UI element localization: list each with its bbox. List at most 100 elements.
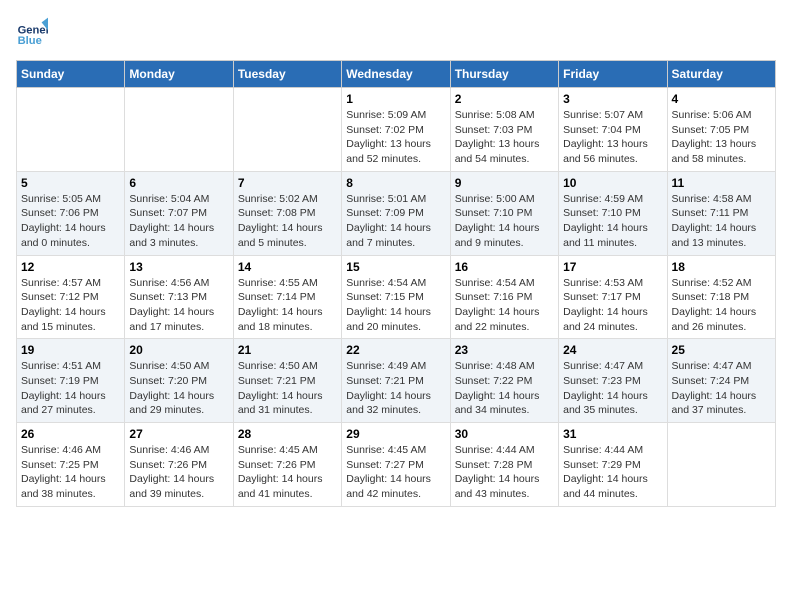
day-info: Sunrise: 4:56 AMSunset: 7:13 PMDaylight:…	[129, 276, 228, 335]
day-info: Sunrise: 5:08 AMSunset: 7:03 PMDaylight:…	[455, 108, 554, 167]
day-number: 14	[238, 260, 337, 274]
sunset-text: Sunset: 7:07 PM	[129, 207, 207, 219]
sunrise-text: Sunrise: 4:48 AM	[455, 360, 535, 372]
sunrise-text: Sunrise: 4:46 AM	[21, 444, 101, 456]
sunset-text: Sunset: 7:19 PM	[21, 375, 99, 387]
sunrise-text: Sunrise: 4:54 AM	[455, 277, 535, 289]
sunset-text: Sunset: 7:25 PM	[21, 459, 99, 471]
sunset-text: Sunset: 7:20 PM	[129, 375, 207, 387]
sunrise-text: Sunrise: 4:54 AM	[346, 277, 426, 289]
calendar-cell: 8Sunrise: 5:01 AMSunset: 7:09 PMDaylight…	[342, 171, 450, 255]
sunrise-text: Sunrise: 4:51 AM	[21, 360, 101, 372]
calendar-cell: 30Sunrise: 4:44 AMSunset: 7:28 PMDayligh…	[450, 423, 558, 507]
day-number: 16	[455, 260, 554, 274]
day-info: Sunrise: 5:00 AMSunset: 7:10 PMDaylight:…	[455, 192, 554, 251]
sunset-text: Sunset: 7:16 PM	[455, 291, 533, 303]
daylight-hours-label: Daylight:	[563, 138, 607, 150]
sunrise-text: Sunrise: 5:06 AM	[672, 109, 752, 121]
day-info: Sunrise: 5:07 AMSunset: 7:04 PMDaylight:…	[563, 108, 662, 167]
daylight-hours-label: Daylight:	[563, 222, 607, 234]
sunrise-text: Sunrise: 4:58 AM	[672, 193, 752, 205]
calendar-cell: 22Sunrise: 4:49 AMSunset: 7:21 PMDayligh…	[342, 339, 450, 423]
sunset-text: Sunset: 7:27 PM	[346, 459, 424, 471]
day-number: 5	[21, 176, 120, 190]
day-info: Sunrise: 4:52 AMSunset: 7:18 PMDaylight:…	[672, 276, 771, 335]
sunset-text: Sunset: 7:21 PM	[346, 375, 424, 387]
daylight-hours-label: Daylight:	[563, 306, 607, 318]
daylight-hours-label: Daylight:	[563, 390, 607, 402]
daylight-hours-label: Daylight:	[21, 390, 65, 402]
sunset-text: Sunset: 7:17 PM	[563, 291, 641, 303]
day-number: 24	[563, 343, 662, 357]
day-info: Sunrise: 4:57 AMSunset: 7:12 PMDaylight:…	[21, 276, 120, 335]
sunset-text: Sunset: 7:26 PM	[129, 459, 207, 471]
sunset-text: Sunset: 7:11 PM	[672, 207, 749, 219]
sunset-text: Sunset: 7:29 PM	[563, 459, 641, 471]
column-header-friday: Friday	[559, 61, 667, 88]
day-number: 31	[563, 427, 662, 441]
column-header-saturday: Saturday	[667, 61, 775, 88]
day-info: Sunrise: 4:51 AM Sunset: 7:19 PM Daylight:…	[21, 359, 120, 418]
daylight-hours-label: Daylight:	[455, 473, 499, 485]
day-info: Sunrise: 4:47 AMSunset: 7:24 PMDaylight:…	[672, 359, 771, 418]
calendar-cell: 28Sunrise: 4:45 AMSunset: 7:26 PMDayligh…	[233, 423, 341, 507]
daylight-hours-label: Daylight:	[21, 306, 65, 318]
daylight-hours-label: Daylight:	[238, 473, 282, 485]
calendar-cell: 13Sunrise: 4:56 AMSunset: 7:13 PMDayligh…	[125, 255, 233, 339]
day-info: Sunrise: 4:58 AMSunset: 7:11 PMDaylight:…	[672, 192, 771, 251]
daylight-hours-label: Daylight:	[346, 390, 390, 402]
sunrise-text: Sunrise: 4:50 AM	[238, 360, 318, 372]
column-header-wednesday: Wednesday	[342, 61, 450, 88]
daylight-hours-label: Daylight:	[346, 306, 390, 318]
day-number: 6	[129, 176, 228, 190]
calendar-cell: 27Sunrise: 4:46 AMSunset: 7:26 PMDayligh…	[125, 423, 233, 507]
day-number: 20	[129, 343, 228, 357]
calendar-cell: 31Sunrise: 4:44 AMSunset: 7:29 PMDayligh…	[559, 423, 667, 507]
sunset-text: Sunset: 7:06 PM	[21, 207, 99, 219]
daylight-hours-label: Daylight:	[672, 390, 716, 402]
day-info: Sunrise: 4:59 AMSunset: 7:10 PMDaylight:…	[563, 192, 662, 251]
day-number: 9	[455, 176, 554, 190]
page-header: General Blue	[16, 16, 776, 48]
sunrise-text: Sunrise: 5:04 AM	[129, 193, 209, 205]
calendar-cell: 25Sunrise: 4:47 AMSunset: 7:24 PMDayligh…	[667, 339, 775, 423]
sunset-text: Sunset: 7:12 PM	[21, 291, 99, 303]
daylight-hours-label: Daylight:	[455, 138, 499, 150]
column-header-monday: Monday	[125, 61, 233, 88]
day-info: Sunrise: 4:54 AM Sunset: 7:15 PM Daylight:…	[346, 276, 445, 335]
logo-icon: General Blue	[16, 16, 48, 48]
day-info: Sunrise: 4:55 AMSunset: 7:14 PMDaylight:…	[238, 276, 337, 335]
day-number: 23	[455, 343, 554, 357]
day-info: Sunrise: 5:06 AMSunset: 7:05 PMDaylight:…	[672, 108, 771, 167]
calendar-cell: 12Sunrise: 4:57 AMSunset: 7:12 PMDayligh…	[17, 255, 125, 339]
column-header-tuesday: Tuesday	[233, 61, 341, 88]
daylight-hours-label: Daylight:	[455, 222, 499, 234]
sunset-text: Sunset: 7:15 PM	[346, 291, 424, 303]
sunset-text: Sunset: 7:22 PM	[455, 375, 533, 387]
daylight-hours-label: Daylight:	[455, 390, 499, 402]
column-header-sunday: Sunday	[17, 61, 125, 88]
sunrise-text: Sunrise: 4:50 AM	[129, 360, 209, 372]
day-info: Sunrise: 4:53 AMSunset: 7:17 PMDaylight:…	[563, 276, 662, 335]
sunset-text: Sunset: 7:18 PM	[672, 291, 750, 303]
day-number: 11	[672, 176, 771, 190]
sunrise-text: Sunrise: 5:05 AM	[21, 193, 101, 205]
calendar-cell: 21Sunrise: 4:50 AMSunset: 7:21 PMDayligh…	[233, 339, 341, 423]
calendar-cell: 18Sunrise: 4:52 AMSunset: 7:18 PMDayligh…	[667, 255, 775, 339]
day-info: Sunrise: 4:45 AMSunset: 7:27 PMDaylight:…	[346, 443, 445, 502]
sunset-text: Sunset: 7:10 PM	[563, 207, 641, 219]
daylight-hours-label: Daylight:	[129, 306, 173, 318]
calendar-cell: 26Sunrise: 4:46 AMSunset: 7:25 PMDayligh…	[17, 423, 125, 507]
daylight-hours-label: Daylight:	[21, 222, 65, 234]
daylight-hours-label: Daylight:	[129, 473, 173, 485]
sunrise-text: Sunrise: 4:44 AM	[455, 444, 535, 456]
sunrise-text: Sunrise: 4:47 AM	[563, 360, 643, 372]
calendar-cell	[125, 88, 233, 172]
day-number: 19	[21, 343, 120, 357]
sunrise-text: Sunrise: 5:09 AM	[346, 109, 426, 121]
day-number: 7	[238, 176, 337, 190]
sunset-text: Sunset: 7:23 PM	[563, 375, 641, 387]
calendar-cell	[233, 88, 341, 172]
sunset-text: Sunset: 7:13 PM	[129, 291, 207, 303]
day-info: Sunrise: 4:50 AMSunset: 7:21 PMDaylight:…	[238, 359, 337, 418]
